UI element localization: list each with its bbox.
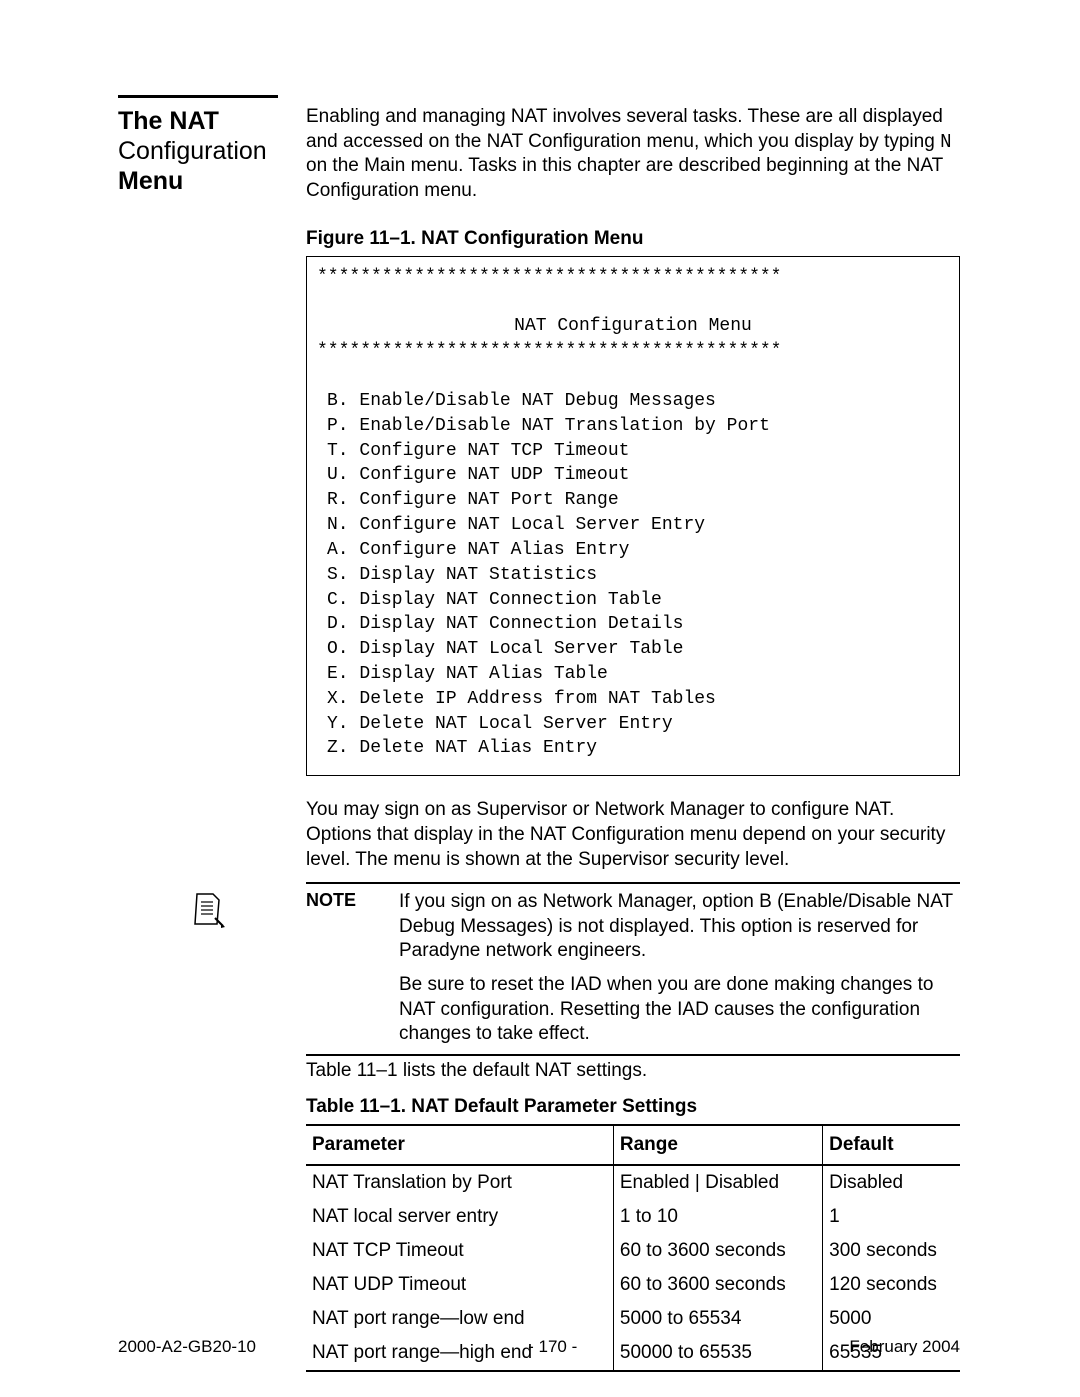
table-header-parameter: Parameter — [306, 1125, 613, 1165]
page-footer: 2000-A2-GB20-10 - 170 - February 2004 — [118, 1337, 960, 1357]
table-row: NAT local server entry 1 to 10 1 — [306, 1200, 960, 1234]
table-header-row: Parameter Range Default — [306, 1125, 960, 1165]
menu-item: B. Enable/Disable NAT Debug Messages — [327, 389, 949, 414]
menu-item: S. Display NAT Statistics — [327, 563, 949, 588]
menu-item: C. Display NAT Connection Table — [327, 588, 949, 613]
footer-doc-id: 2000-A2-GB20-10 — [118, 1337, 256, 1357]
cell-default: 300 seconds — [823, 1234, 960, 1268]
main-content: Enabling and managing NAT involves sever… — [306, 95, 960, 1372]
document-icon — [191, 890, 225, 928]
title-line-2: Configuration — [118, 137, 267, 165]
intro-text-before: Enabling and managing NAT involves sever… — [306, 106, 943, 152]
note-paragraph-2: Be sure to reset the IAD when you are do… — [399, 973, 960, 1046]
stars-top: ****************************************… — [317, 265, 949, 290]
table-caption: Table 11–1. NAT Default Parameter Settin… — [306, 1096, 960, 1118]
intro-paragraph: Enabling and managing NAT involves sever… — [306, 105, 960, 204]
table-row: NAT port range—low end 5000 to 65534 500… — [306, 1302, 960, 1336]
cell-default: 5000 — [823, 1302, 960, 1336]
cell-range: 60 to 3600 seconds — [613, 1234, 822, 1268]
cell-parameter: NAT TCP Timeout — [306, 1234, 613, 1268]
content-row: The NAT Configuration Menu Enabling and … — [118, 95, 960, 1372]
note-body: If you sign on as Network Manager, optio… — [399, 890, 960, 1046]
cell-range: Enabled | Disabled — [613, 1165, 822, 1200]
table-header-range: Range — [613, 1125, 822, 1165]
cell-parameter: NAT local server entry — [306, 1200, 613, 1234]
menu-item: A. Configure NAT Alias Entry — [327, 538, 949, 563]
menu-item: X. Delete IP Address from NAT Tables — [327, 687, 949, 712]
cell-parameter: NAT UDP Timeout — [306, 1268, 613, 1302]
cell-parameter: NAT Translation by Port — [306, 1165, 613, 1200]
menu-item: T. Configure NAT TCP Timeout — [327, 439, 949, 464]
menu-item: O. Display NAT Local Server Table — [327, 637, 949, 662]
menu-item: Z. Delete NAT Alias Entry — [327, 736, 949, 761]
note-paragraph-1: If you sign on as Network Manager, optio… — [399, 890, 960, 963]
intro-text-after: on the Main menu. Tasks in this chapter … — [306, 155, 943, 201]
cell-parameter: NAT port range—low end — [306, 1302, 613, 1336]
menu-title: NAT Configuration Menu — [317, 314, 949, 339]
table-row: NAT UDP Timeout 60 to 3600 seconds 120 s… — [306, 1268, 960, 1302]
section-heading-sidebar: The NAT Configuration Menu — [118, 95, 278, 1372]
title-line-1: The NAT — [118, 107, 219, 135]
table-row: NAT Translation by Port Enabled | Disabl… — [306, 1165, 960, 1200]
key-N: N — [940, 131, 951, 153]
footer-page-number: - 170 - — [528, 1337, 577, 1357]
note-label: NOTE — [306, 890, 381, 1046]
menu-item: U. Configure NAT UDP Timeout — [327, 463, 949, 488]
figure-caption: Figure 11–1. NAT Configuration Menu — [306, 228, 960, 250]
note-block: NOTE If you sign on as Network Manager, … — [306, 882, 960, 1056]
cell-range: 1 to 10 — [613, 1200, 822, 1234]
cell-default: 120 seconds — [823, 1268, 960, 1302]
note-icon — [188, 890, 228, 933]
menu-item: R. Configure NAT Port Range — [327, 488, 949, 513]
table-header-default: Default — [823, 1125, 960, 1165]
nat-config-menu-box: ****************************************… — [306, 256, 960, 777]
menu-item: D. Display NAT Connection Details — [327, 612, 949, 637]
table-intro: Table 11–1 lists the default NAT setting… — [306, 1060, 960, 1082]
menu-item: E. Display NAT Alias Table — [327, 662, 949, 687]
menu-item: P. Enable/Disable NAT Translation by Por… — [327, 414, 949, 439]
title-line-3: Menu — [118, 167, 183, 195]
menu-item: N. Configure NAT Local Server Entry — [327, 513, 949, 538]
nat-default-param-table: Parameter Range Default NAT Translation … — [306, 1124, 960, 1372]
cell-default: Disabled — [823, 1165, 960, 1200]
footer-date: February 2004 — [849, 1337, 960, 1357]
cell-range: 5000 to 65534 — [613, 1302, 822, 1336]
stars-bottom: ****************************************… — [317, 339, 949, 364]
cell-default: 1 — [823, 1200, 960, 1234]
cell-range: 60 to 3600 seconds — [613, 1268, 822, 1302]
menu-item: Y. Delete NAT Local Server Entry — [327, 712, 949, 737]
section-title: The NAT Configuration Menu — [118, 106, 278, 196]
table-row: NAT TCP Timeout 60 to 3600 seconds 300 s… — [306, 1234, 960, 1268]
menu-items: B. Enable/Disable NAT Debug MessagesP. E… — [317, 389, 949, 761]
document-page: The NAT Configuration Menu Enabling and … — [0, 0, 1080, 1372]
post-menu-paragraph: You may sign on as Supervisor or Network… — [306, 798, 960, 872]
